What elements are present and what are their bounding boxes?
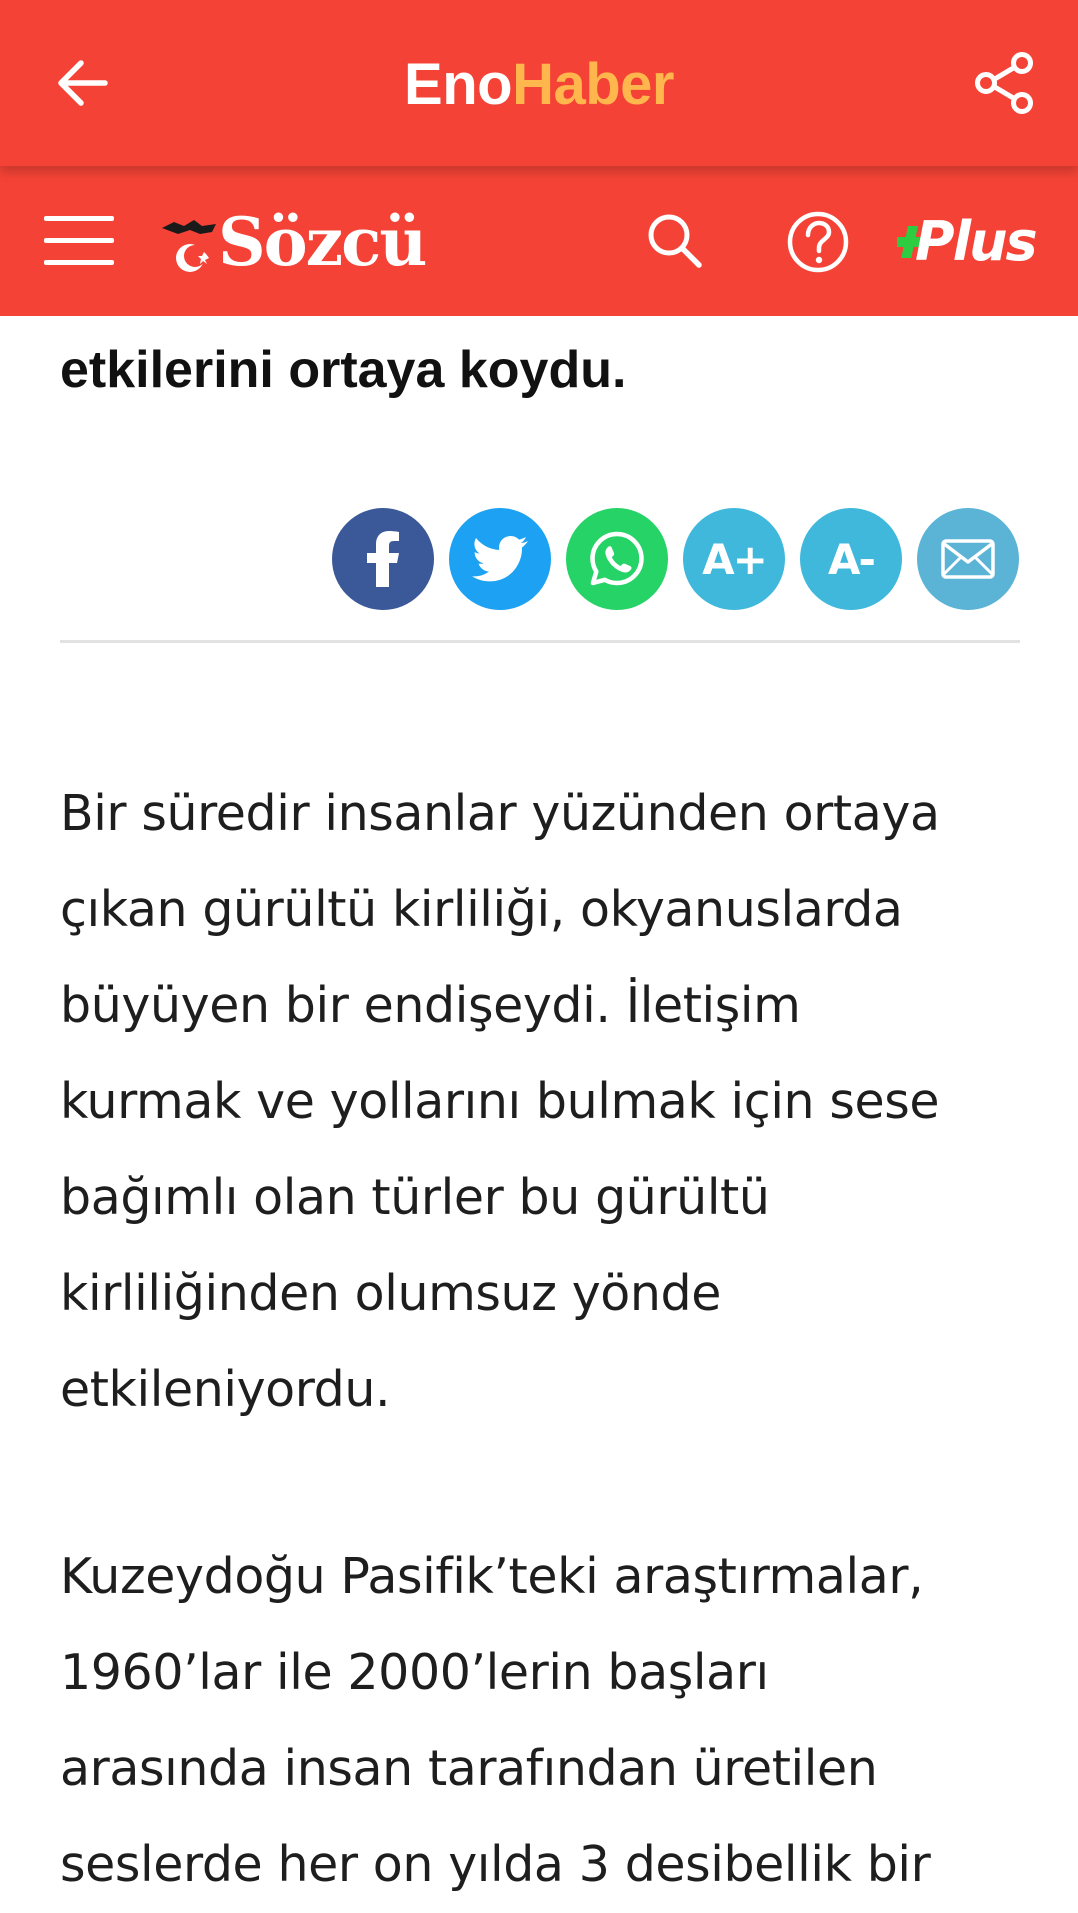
email-share-button[interactable] (917, 508, 1019, 610)
paragraph-line: kurmak ve yollarını bulmak için sese (60, 1073, 940, 1130)
twitter-icon (472, 536, 528, 582)
paragraph-line: seslerde her on yılda 3 desibellik bir (60, 1836, 931, 1893)
share-button[interactable] (970, 48, 1040, 118)
app-bar: EnoHaber (0, 0, 1078, 166)
hamburger-menu-icon-line (44, 260, 114, 265)
article-paragraph: Bir süredir insanlar yüzünden ortaya çık… (60, 766, 1040, 1438)
paragraph-line: büyüyen bir endişeydi. İletişim (60, 977, 801, 1034)
sozcu-logo[interactable]: Sözcü (160, 206, 450, 278)
share-icon (975, 52, 1033, 114)
app-title: EnoHaber (0, 52, 1078, 118)
plus-subscription-button[interactable]: Plus (895, 210, 1045, 274)
plus-label: Plus (915, 210, 1038, 273)
hamburger-menu-button[interactable] (44, 216, 116, 266)
paragraph-line: çıkan gürültü kirliliği, okyanuslarda (60, 881, 903, 938)
paragraph-line: 1960’lar ile 2000’lerin başları (60, 1644, 769, 1701)
paragraph-line: etkileniyordu. (60, 1361, 391, 1418)
share-buttons-row: A+ A- (332, 508, 1019, 612)
twitter-share-button[interactable] (449, 508, 551, 610)
font-decrease-label: A- (828, 534, 876, 584)
facebook-icon (367, 531, 399, 587)
help-circle-icon (787, 211, 849, 273)
logo-text: Sözcü (218, 203, 427, 281)
article-paragraph: Kuzeydoğu Pasifik’teki araştırmalar, 196… (60, 1529, 1040, 1913)
hamburger-menu-icon-line (44, 216, 114, 221)
paragraph-line: Bir süredir insanlar yüzünden ortaya (60, 785, 940, 842)
app-title-part2: Haber (512, 52, 674, 117)
flag-emblem-icon (162, 220, 216, 272)
hamburger-menu-icon-line (44, 238, 114, 243)
search-icon (648, 214, 702, 268)
divider (60, 640, 1020, 643)
whatsapp-share-button[interactable] (566, 508, 668, 610)
email-icon (941, 539, 995, 579)
font-increase-button[interactable]: A+ (683, 508, 785, 610)
help-button[interactable] (782, 206, 854, 278)
font-decrease-button[interactable]: A- (800, 508, 902, 610)
paragraph-line: arasında insan tarafından üretilen (60, 1740, 878, 1797)
font-increase-label: A+ (702, 534, 768, 584)
facebook-share-button[interactable] (332, 508, 434, 610)
search-button[interactable] (640, 206, 710, 276)
paragraph-line: Kuzeydoğu Pasifik’teki araştırmalar, (60, 1548, 924, 1605)
site-header: Sözcü Plus (0, 166, 1078, 316)
app-title-part1: Eno (404, 52, 513, 117)
article-headline: etkilerini ortaya koydu. (60, 341, 627, 399)
whatsapp-icon (590, 531, 644, 586)
paragraph-line: bağımlı olan türler bu gürültü (60, 1169, 770, 1226)
paragraph-line: kirliliğinden olumsuz yönde (60, 1265, 721, 1322)
